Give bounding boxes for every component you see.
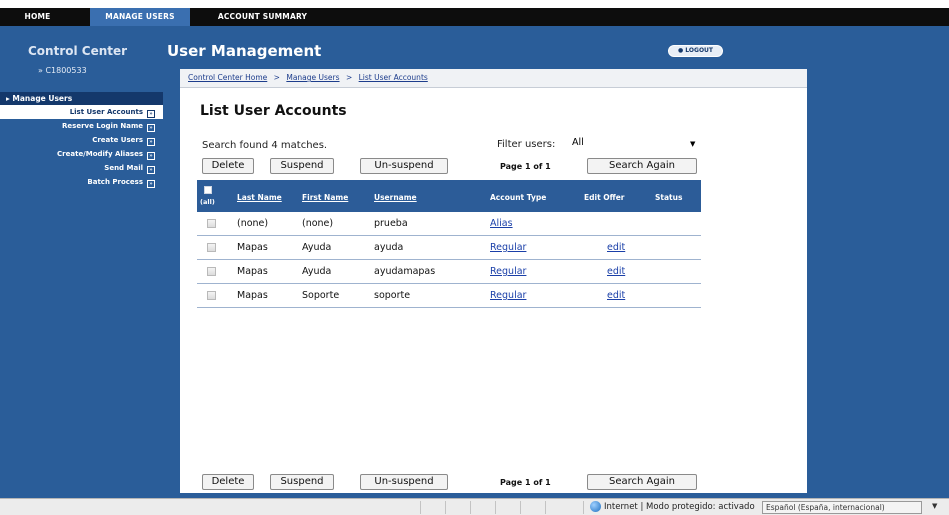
cell-last-name: (none) xyxy=(237,218,269,229)
tab-manage-users[interactable]: MANAGE USERS xyxy=(90,8,190,26)
sidebar-item-send-mail[interactable]: Send Mail» xyxy=(0,161,163,175)
row-checkbox[interactable] xyxy=(207,267,216,276)
filter-users-label: Filter users: xyxy=(497,139,556,150)
delete-button[interactable]: Delete xyxy=(202,158,254,174)
cell-edit-offer-link[interactable]: edit xyxy=(607,290,625,301)
cell-username: ayudamapas xyxy=(374,266,436,277)
status-divider xyxy=(470,501,471,514)
cell-account-type-link[interactable]: Regular xyxy=(490,266,526,277)
status-divider xyxy=(545,501,546,514)
search-again-button[interactable]: Search Again xyxy=(587,158,697,174)
breadcrumb-separator: > xyxy=(345,73,353,82)
unsuspend-button-bottom[interactable]: Un-suspend xyxy=(360,474,448,490)
arrow-box-icon: » xyxy=(147,110,155,118)
search-result-count: Search found 4 matches. xyxy=(202,140,328,151)
security-zone-text[interactable]: Internet | Modo protegido: activado xyxy=(604,502,755,512)
language-indicator[interactable]: Español (España, internacional) xyxy=(762,501,922,514)
control-center-title: Control Center xyxy=(28,44,128,58)
main-content: List User Accounts Search found 4 matche… xyxy=(180,88,807,493)
select-all-checkbox[interactable] xyxy=(204,186,212,194)
cell-edit-offer-link[interactable]: edit xyxy=(607,242,625,253)
tab-home[interactable]: HOME xyxy=(10,8,65,26)
filter-users-select[interactable]: All xyxy=(570,137,696,151)
select-all-label: (all) xyxy=(200,198,215,206)
cell-username: soporte xyxy=(374,290,411,301)
arrow-box-icon: » xyxy=(147,138,155,146)
cell-account-type-link[interactable]: Regular xyxy=(490,290,526,301)
page-indicator-bottom: Page 1 of 1 xyxy=(500,478,551,487)
sidebar-item-reserve-login-name[interactable]: Reserve Login Name» xyxy=(0,119,163,133)
sidebar: ▸ Manage Users List User Accounts» Reser… xyxy=(0,92,163,189)
sidebar-item-batch-process[interactable]: Batch Process» xyxy=(0,175,163,189)
sidebar-section-manage-users[interactable]: ▸ Manage Users xyxy=(0,92,163,105)
row-checkbox[interactable] xyxy=(207,243,216,252)
table-row: Mapas Soporte soporte Regular edit xyxy=(197,284,701,308)
breadcrumb-list-user-accounts[interactable]: List User Accounts xyxy=(359,73,428,82)
search-again-button-bottom[interactable]: Search Again xyxy=(587,474,697,490)
cell-first-name: Ayuda xyxy=(302,266,332,277)
column-header-first-name[interactable]: First Name xyxy=(302,193,348,202)
cell-first-name: (none) xyxy=(302,218,334,229)
column-header-username[interactable]: Username xyxy=(374,193,417,202)
cell-last-name: Mapas xyxy=(237,242,268,253)
cell-first-name: Soporte xyxy=(302,290,340,301)
arrow-box-icon: » xyxy=(147,166,155,174)
chevron-down-icon[interactable]: ▼ xyxy=(690,140,695,148)
status-divider xyxy=(520,501,521,514)
account-id: » C1800533 xyxy=(38,66,87,75)
tab-account-summary[interactable]: ACCOUNT SUMMARY xyxy=(205,8,320,26)
cell-first-name: Ayuda xyxy=(302,242,332,253)
top-strip xyxy=(0,0,949,8)
cell-edit-offer-link[interactable]: edit xyxy=(607,266,625,277)
column-header-account-type: Account Type xyxy=(490,193,547,202)
column-header-last-name[interactable]: Last Name xyxy=(237,193,282,202)
table-row: Mapas Ayuda ayuda Regular edit xyxy=(197,236,701,260)
arrow-box-icon: » xyxy=(147,180,155,188)
logout-button[interactable]: ● LOGOUT xyxy=(668,45,723,57)
table-row: Mapas Ayuda ayudamapas Regular edit xyxy=(197,260,701,284)
breadcrumb-control-center-home[interactable]: Control Center Home xyxy=(188,73,267,82)
arrow-box-icon: » xyxy=(147,124,155,132)
cell-last-name: Mapas xyxy=(237,290,268,301)
globe-icon xyxy=(590,501,601,512)
delete-button-bottom[interactable]: Delete xyxy=(202,474,254,490)
table-header: (all) Last Name First Name Username Acco… xyxy=(197,180,701,212)
cell-last-name: Mapas xyxy=(237,266,268,277)
status-divider xyxy=(583,501,584,514)
status-divider xyxy=(420,501,421,514)
page-title: List User Accounts xyxy=(200,103,347,119)
row-checkbox[interactable] xyxy=(207,291,216,300)
page-indicator: Page 1 of 1 xyxy=(500,162,551,171)
cell-username: ayuda xyxy=(374,242,404,253)
breadcrumb-separator: > xyxy=(273,73,280,82)
sidebar-item-create-modify-aliases[interactable]: Create/Modify Aliases» xyxy=(0,147,163,161)
row-checkbox[interactable] xyxy=(207,219,216,228)
breadcrumb: Control Center Home > Manage Users > Lis… xyxy=(180,69,807,88)
arrow-box-icon: » xyxy=(147,152,155,160)
chevron-down-icon[interactable]: ▼ xyxy=(932,502,937,510)
browser-status-bar: Internet | Modo protegido: activado Espa… xyxy=(0,498,949,515)
cell-username: prueba xyxy=(374,218,408,229)
page-header-title: User Management xyxy=(167,42,322,60)
breadcrumb-manage-users[interactable]: Manage Users xyxy=(286,73,339,82)
status-divider xyxy=(495,501,496,514)
column-header-status: Status xyxy=(655,193,683,202)
suspend-button-bottom[interactable]: Suspend xyxy=(270,474,334,490)
suspend-button[interactable]: Suspend xyxy=(270,158,334,174)
cell-account-type-link[interactable]: Alias xyxy=(490,218,513,229)
sidebar-item-list-user-accounts[interactable]: List User Accounts» xyxy=(0,105,163,119)
unsuspend-button[interactable]: Un-suspend xyxy=(360,158,448,174)
status-divider xyxy=(445,501,446,514)
cell-account-type-link[interactable]: Regular xyxy=(490,242,526,253)
table-row: (none) (none) prueba Alias xyxy=(197,212,701,236)
column-header-edit-offer: Edit Offer xyxy=(584,193,625,202)
sidebar-item-create-users[interactable]: Create Users» xyxy=(0,133,163,147)
